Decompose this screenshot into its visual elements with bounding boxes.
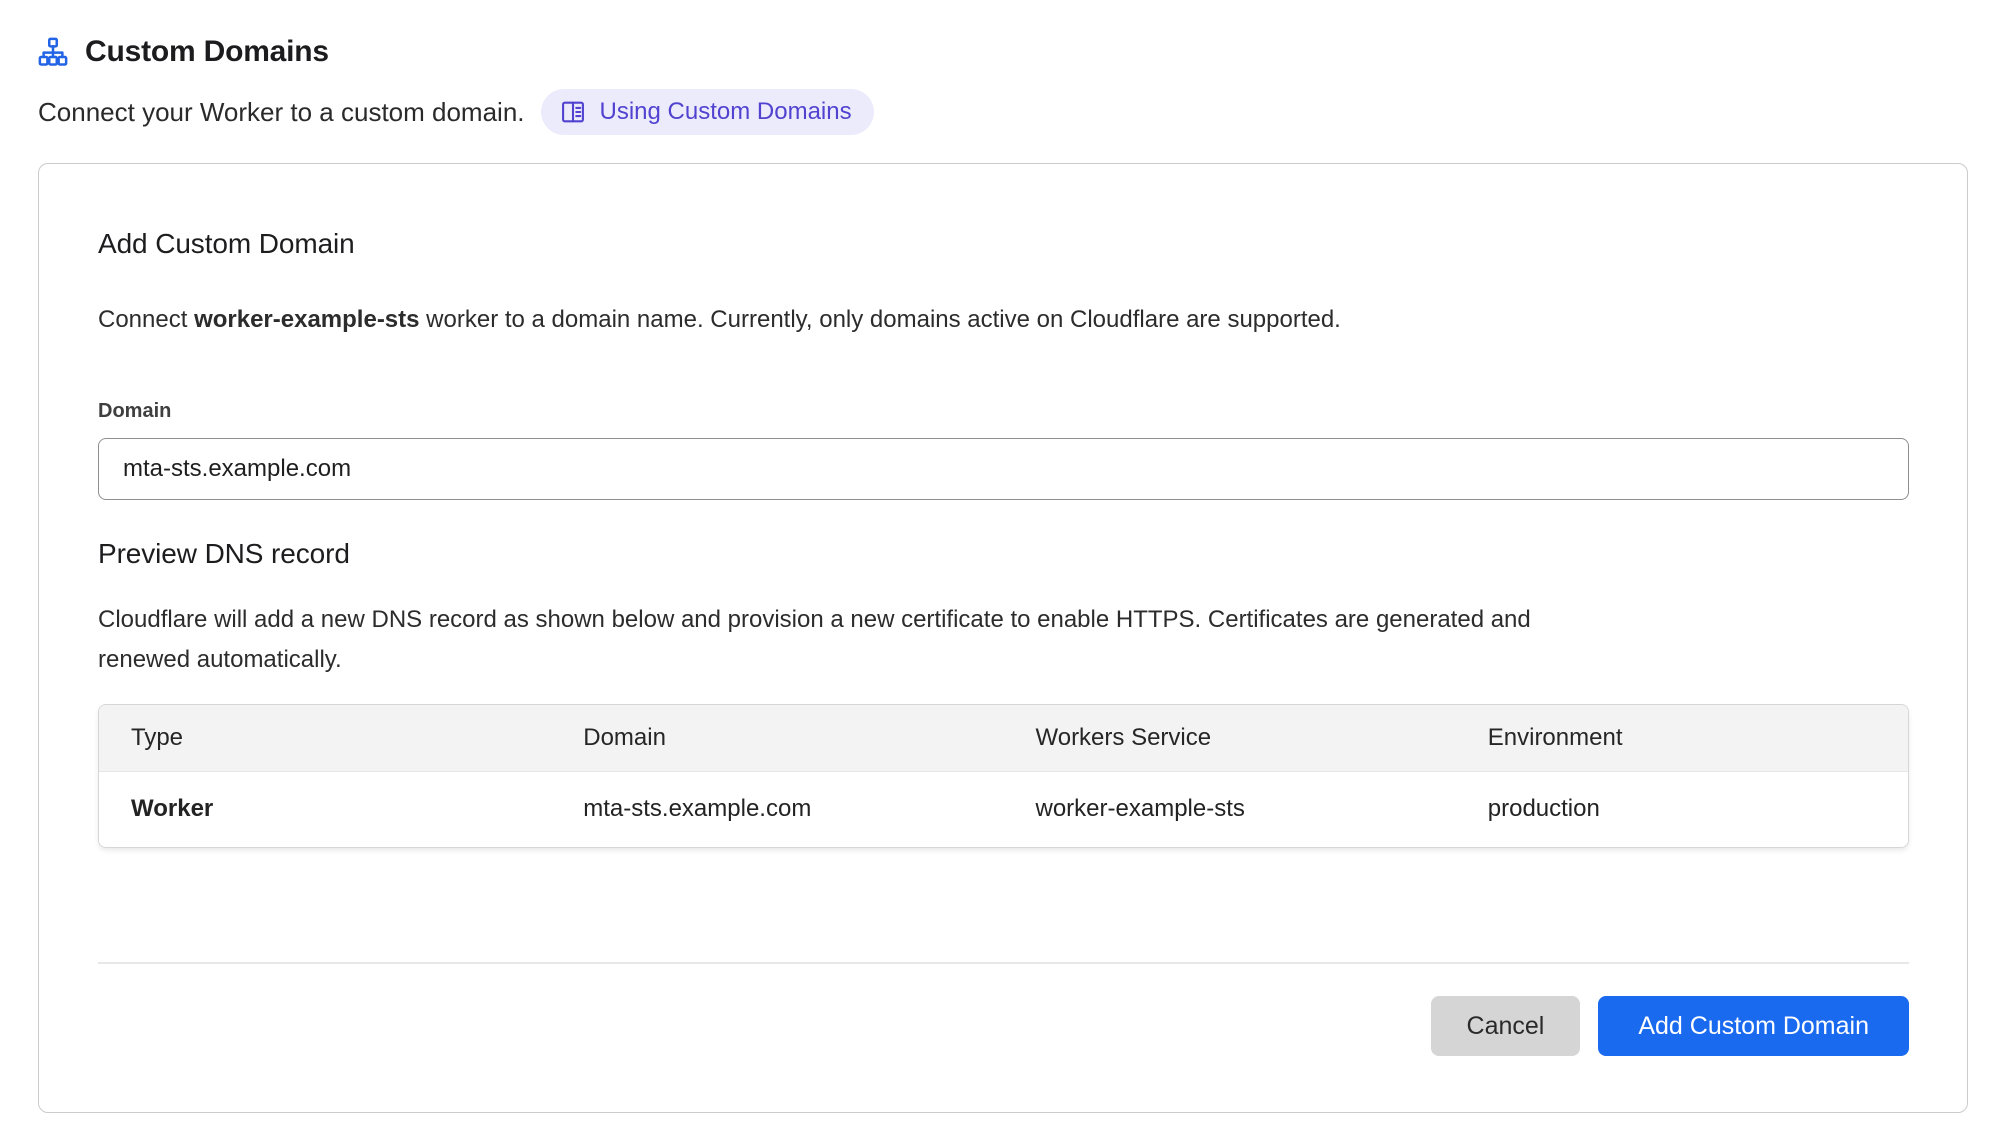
preview-section-description: Cloudflare will add a new DNS record as … bbox=[98, 600, 1598, 680]
open-book-icon bbox=[559, 98, 587, 126]
description-suffix: worker to a domain name. Currently, only… bbox=[420, 306, 1341, 333]
domain-field-label: Domain bbox=[98, 398, 1909, 424]
footer-divider bbox=[98, 962, 1909, 964]
page: Custom Domains Connect your Worker to a … bbox=[0, 0, 1999, 1113]
domain-input[interactable] bbox=[98, 438, 1909, 500]
add-custom-domain-card: Add Custom Domain Connect worker-example… bbox=[38, 163, 1968, 1113]
add-section-description: Connect worker-example-sts worker to a d… bbox=[98, 300, 1909, 340]
preview-section-heading: Preview DNS record bbox=[98, 536, 1909, 572]
subtitle-row: Connect your Worker to a custom domain. … bbox=[38, 89, 1968, 135]
sitemap-icon bbox=[38, 36, 68, 68]
docs-link-label: Using Custom Domains bbox=[600, 98, 852, 126]
column-header-type: Type bbox=[99, 705, 551, 771]
column-header-workers-service: Workers Service bbox=[1004, 705, 1456, 771]
table-row: Worker mta-sts.example.com worker-exampl… bbox=[99, 771, 1908, 847]
add-section-heading: Add Custom Domain bbox=[98, 226, 1909, 262]
column-header-domain: Domain bbox=[551, 705, 1003, 771]
cell-type: Worker bbox=[99, 771, 551, 847]
cancel-button[interactable]: Cancel bbox=[1431, 996, 1581, 1056]
page-title: Custom Domains bbox=[85, 35, 329, 69]
cell-environment: production bbox=[1456, 771, 1908, 847]
column-header-environment: Environment bbox=[1456, 705, 1908, 771]
description-prefix: Connect bbox=[98, 306, 194, 333]
page-header: Custom Domains bbox=[38, 32, 1968, 72]
cell-workers-service: worker-example-sts bbox=[1004, 771, 1456, 847]
add-custom-domain-button[interactable]: Add Custom Domain bbox=[1598, 996, 1909, 1056]
page-subtitle: Connect your Worker to a custom domain. bbox=[38, 97, 525, 128]
docs-link-badge[interactable]: Using Custom Domains bbox=[541, 89, 874, 135]
card-actions: Cancel Add Custom Domain bbox=[98, 996, 1909, 1056]
worker-name: worker-example-sts bbox=[194, 306, 419, 333]
table-header-row: Type Domain Workers Service Environment bbox=[99, 705, 1908, 771]
dns-preview-table: Type Domain Workers Service Environment … bbox=[98, 704, 1909, 848]
cell-domain: mta-sts.example.com bbox=[551, 771, 1003, 847]
